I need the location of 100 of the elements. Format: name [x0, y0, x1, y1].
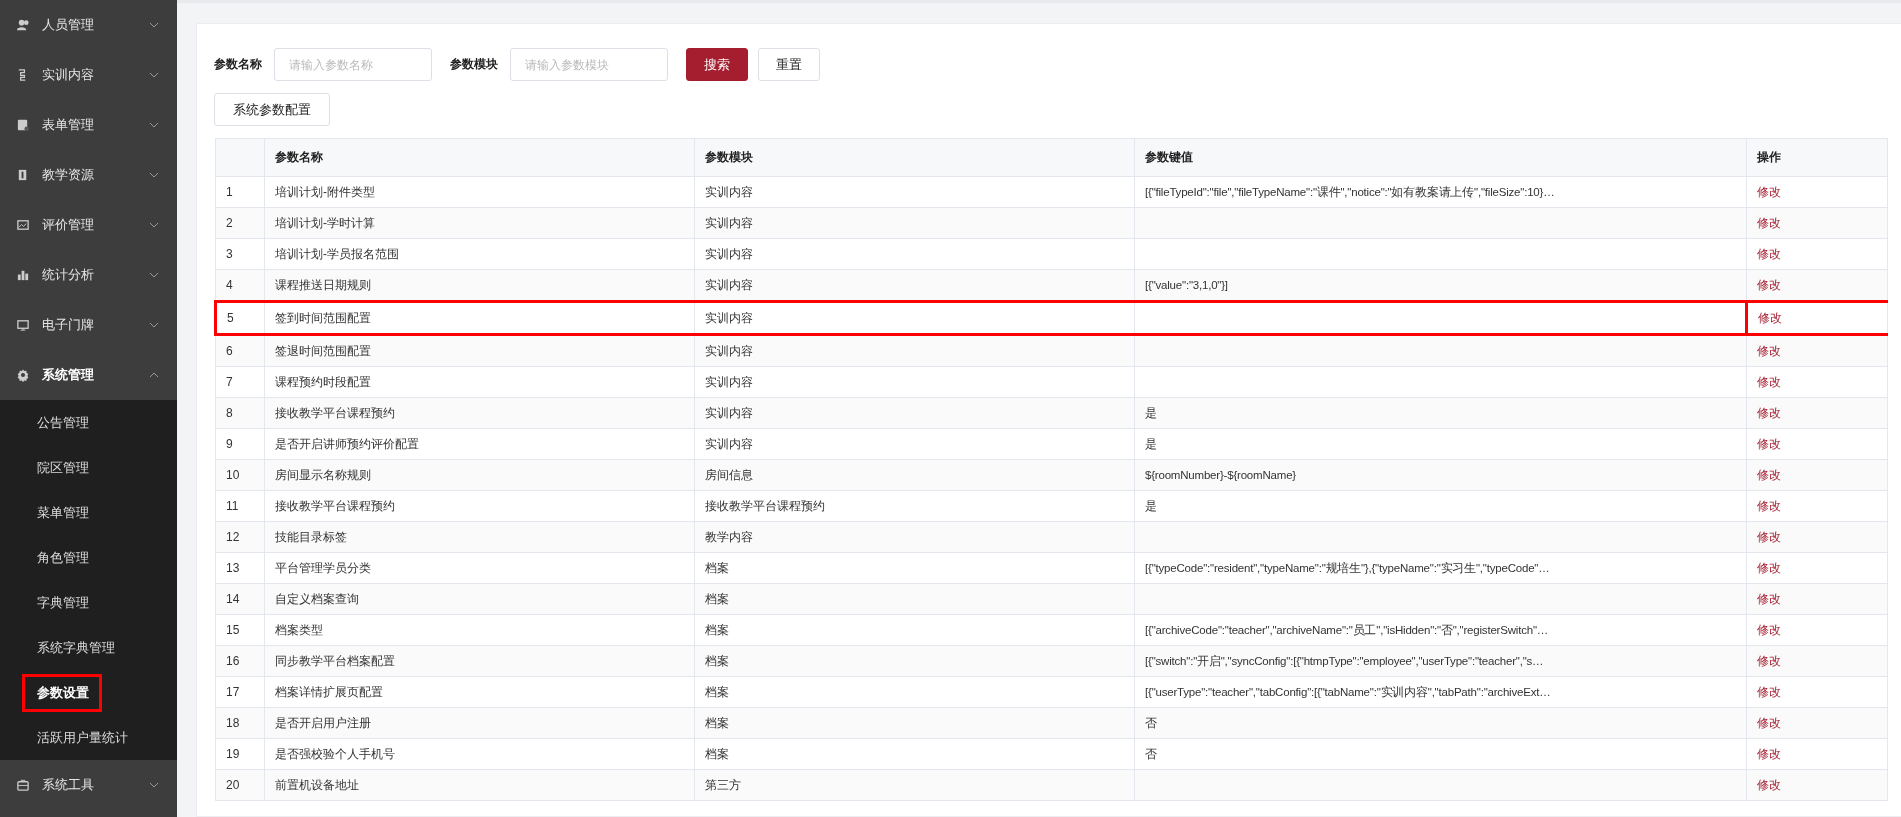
edit-link[interactable]: 修改 — [1746, 397, 1888, 429]
table-cell: ${roomNumber}-${roomName} — [1134, 459, 1747, 491]
table-cell: 否 — [1134, 738, 1747, 770]
sidebar-menu-item[interactable]: 评价管理 — [0, 200, 177, 250]
row-number: 12 — [215, 521, 265, 553]
row-number: 8 — [215, 397, 265, 429]
column-header: 参数键值 — [1134, 138, 1747, 177]
row-number: 18 — [215, 707, 265, 739]
table-cell: 培训计划-学时计算 — [264, 207, 695, 239]
edit-link[interactable]: 修改 — [1746, 676, 1888, 708]
chevron-down-icon — [149, 272, 159, 278]
reset-button[interactable]: 重置 — [758, 48, 820, 81]
edit-link[interactable]: 修改 — [1746, 334, 1888, 367]
row-number: 13 — [215, 552, 265, 584]
edit-link[interactable]: 修改 — [1746, 645, 1888, 677]
table-cell: 同步教学平台档案配置 — [264, 645, 695, 677]
edit-link[interactable]: 修改 — [1746, 490, 1888, 522]
table-cell: 实训内容 — [694, 397, 1135, 429]
menu-item-icon — [16, 18, 30, 32]
table-cell: 教学内容 — [694, 521, 1135, 553]
table-cell: 签到时间范围配置 — [264, 301, 695, 335]
sidebar-menu-item[interactable]: 表单管理 — [0, 100, 177, 150]
column-header: 参数名称 — [264, 138, 695, 177]
submenu-item[interactable]: 活跃用户量统计 — [22, 718, 141, 757]
sidebar-menu-item[interactable]: 教学资源 — [0, 150, 177, 200]
row-number: 6 — [215, 334, 265, 367]
chevron-down-icon — [149, 222, 159, 228]
edit-link[interactable]: 修改 — [1746, 207, 1888, 239]
menu-item-icon — [16, 778, 30, 792]
chevron-down-icon — [149, 22, 159, 28]
submenu-item[interactable]: 参数设置 — [22, 673, 102, 712]
table-cell: 自定义档案查询 — [264, 583, 695, 615]
submenu-item[interactable]: 角色管理 — [22, 538, 102, 577]
table-cell: [{"typeCode":"resident","typeName":"规培生"},{"typeName":"实习生","typeCode"… — [1134, 552, 1747, 584]
edit-link[interactable]: 修改 — [1746, 738, 1888, 770]
submenu-item[interactable]: 字典管理 — [22, 583, 102, 622]
submenu-item[interactable]: 公告管理 — [22, 403, 102, 442]
submenu-item[interactable]: 系统字典管理 — [22, 628, 128, 667]
table-cell: 课程预约时段配置 — [264, 366, 695, 398]
edit-link[interactable]: 修改 — [1746, 428, 1888, 460]
menu-item-icon — [16, 118, 30, 132]
sidebar-menu-item[interactable]: 人员管理 — [0, 0, 177, 50]
row-number: 15 — [215, 614, 265, 646]
row-number: 10 — [215, 459, 265, 491]
table-cell: 第三方 — [694, 769, 1135, 801]
table-cell: [{"value":"3,1,0"}] — [1134, 269, 1747, 302]
table-cell: 档案 — [694, 676, 1135, 708]
field-label: 参数名称 — [214, 56, 262, 73]
search-button[interactable]: 搜索 — [686, 48, 748, 81]
edit-link[interactable]: 修改 — [1746, 459, 1888, 491]
table-cell: 前置机设备地址 — [264, 769, 695, 801]
table-cell: 档案 — [694, 614, 1135, 646]
submenu-item[interactable]: 菜单管理 — [22, 493, 102, 532]
table-cell: 技能目录标签 — [264, 521, 695, 553]
sidebar-menu-item[interactable]: 系统工具 — [0, 760, 177, 810]
edit-link[interactable]: 修改 — [1746, 769, 1888, 801]
table-cell: 平台管理学员分类 — [264, 552, 695, 584]
table-cell: 是 — [1134, 397, 1747, 429]
menu-item-icon — [16, 368, 30, 382]
table-cell: 实训内容 — [694, 428, 1135, 460]
edit-link[interactable]: 修改 — [1746, 707, 1888, 739]
table-cell: 是 — [1134, 490, 1747, 522]
table-cell: 房间信息 — [694, 459, 1135, 491]
table-cell: 档案详情扩展页配置 — [264, 676, 695, 708]
edit-link[interactable]: 修改 — [1746, 269, 1888, 302]
edit-link[interactable]: 修改 — [1746, 521, 1888, 553]
menu-item-icon — [16, 318, 30, 332]
row-number: 11 — [215, 490, 265, 522]
table-cell: 房间显示名称规则 — [264, 459, 695, 491]
row-number: 4 — [215, 269, 265, 302]
edit-link[interactable]: 修改 — [1746, 366, 1888, 398]
submenu-item[interactable]: 院区管理 — [22, 448, 102, 487]
edit-link[interactable]: 修改 — [1746, 552, 1888, 584]
chevron-down-icon — [149, 322, 159, 328]
table-cell: 实训内容 — [694, 301, 1135, 335]
table-cell: 档案 — [694, 645, 1135, 677]
edit-link[interactable]: 修改 — [1746, 614, 1888, 646]
chevron-down-icon — [149, 122, 159, 128]
row-number: 19 — [215, 738, 265, 770]
edit-link[interactable]: 修改 — [1746, 583, 1888, 615]
edit-link[interactable]: 修改 — [1746, 176, 1888, 208]
chevron-down-icon — [149, 72, 159, 78]
row-number: 17 — [215, 676, 265, 708]
sidebar-menu-item[interactable]: 统计分析 — [0, 250, 177, 300]
table-cell: 档案类型 — [264, 614, 695, 646]
table-cell: 签退时间范围配置 — [264, 334, 695, 367]
sidebar-menu-item[interactable]: 电子门牌 — [0, 300, 177, 350]
config-button[interactable]: 系统参数配置 — [214, 93, 330, 126]
edit-link[interactable]: 修改 — [1746, 238, 1888, 270]
menu-item-icon — [16, 268, 30, 282]
sidebar-menu-item[interactable]: 系统管理 — [0, 350, 177, 400]
table-cell: [{"fileTypeId":"file","fileTypeName":"课件","notice":"如有教案请上传","fileSize":10}… — [1134, 176, 1747, 208]
table-cell: 是否强校验个人手机号 — [264, 738, 695, 770]
search-field[interactable]: 请输入参数模块 — [510, 48, 668, 81]
search-field[interactable]: 请输入参数名称 — [274, 48, 432, 81]
table-cell: 档案 — [694, 738, 1135, 770]
table-cell: 实训内容 — [694, 207, 1135, 239]
sidebar-menu-item[interactable]: 实训内容 — [0, 50, 177, 100]
table-cell: [{"archiveCode":"teacher","archiveName":"员工","isHidden":"否","registerSwitch"… — [1134, 614, 1747, 646]
table-cell: 档案 — [694, 552, 1135, 584]
